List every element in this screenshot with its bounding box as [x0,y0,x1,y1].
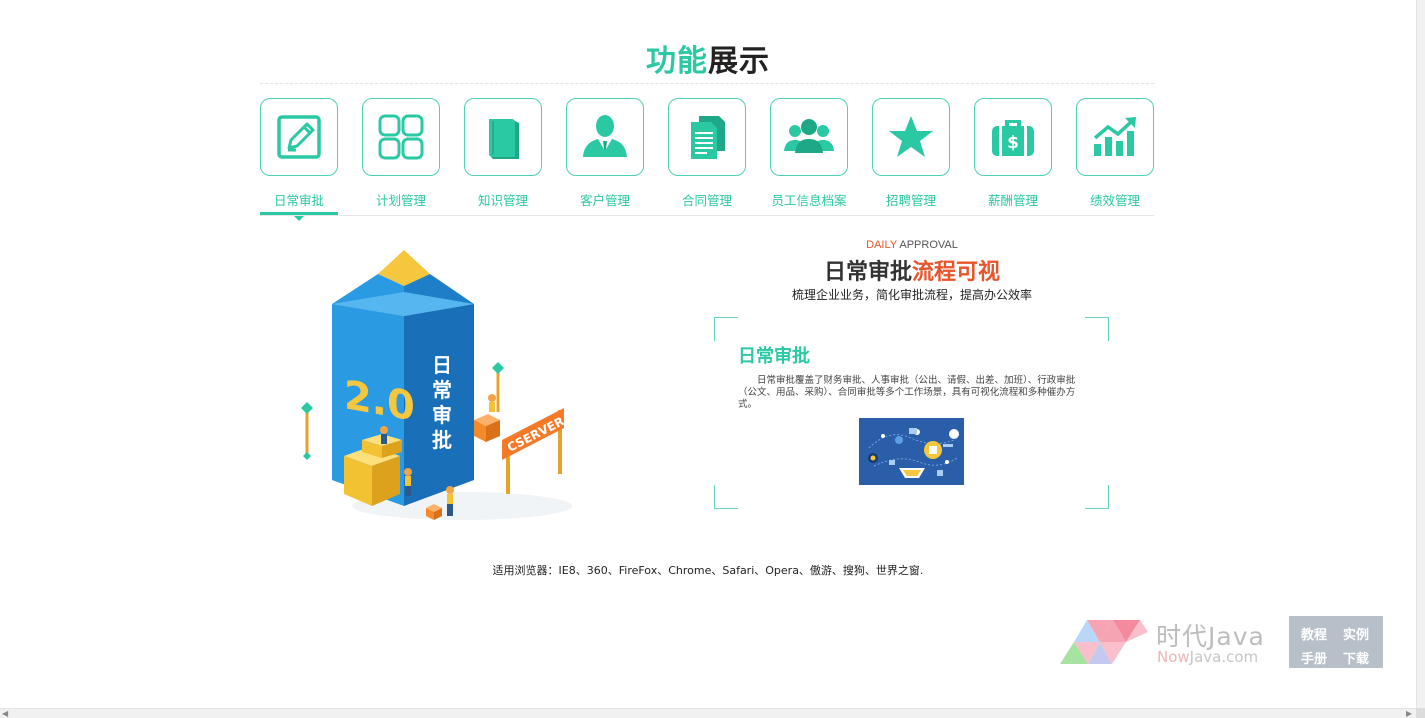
tab-label: 薪酬管理 [987,193,1038,208]
tab-icon-box[interactable] [1076,98,1154,176]
watermark-brand-en: NowJava.com [1157,648,1258,666]
scroll-right-arrow-icon[interactable]: ▶ [1406,709,1412,718]
watermark-link-manual[interactable]: 手册 [1301,648,1327,667]
grid-squares-icon [378,114,424,160]
tab-icon-box[interactable] [668,98,746,176]
detail-card-title: 日常审批 [738,346,810,367]
document-icon [691,116,725,159]
illustration-vertical-char-1: 日 [432,353,452,377]
tab-performance-management[interactable]: 绩效管理 [1076,98,1154,218]
watermark-link-tutorial[interactable]: 教程 [1301,624,1327,643]
section-title-part1: 功能 [646,44,708,79]
page: 功能展示 日常审批 计划管理 知识管理 客户管理 合同管理 员工信息档案 招聘管… [0,0,1416,708]
watermark-link-download[interactable]: 下载 [1343,648,1369,667]
svg-text:$: $ [1007,133,1019,153]
pencil-edit-icon [277,115,321,159]
watermark-brand-domain: Java.com [1189,648,1259,666]
tab-label: 计划管理 [375,193,426,208]
tab-label: 日常审批 [273,193,324,208]
tab-salary-management[interactable]: $ 薪酬管理 [974,98,1052,218]
tab-contract-management[interactable]: 合同管理 [668,98,746,218]
tab-label: 知识管理 [477,193,528,208]
section-tag-dark: APPROVAL [896,239,958,251]
book-icon [489,119,519,159]
tab-recruitment-management[interactable]: 招聘管理 [872,98,950,218]
tab-icon-box[interactable] [260,98,338,176]
frame-corner [714,485,738,509]
vertical-scrollbar[interactable] [1416,0,1425,708]
illustration-vertical-char-3: 审 [432,403,452,427]
watermark-brand-now: Now [1157,648,1190,666]
frame-corner [1085,485,1109,509]
watermark-links-box: 教程 实例 手册 下载 [1289,616,1383,668]
section-title-part2: 展示 [708,44,770,79]
person-icon [583,115,627,157]
detail-headline-red: 流程可视 [912,260,1001,285]
frame-corner [714,317,738,341]
daily-approval-illustration: 2.0 日 常 审 批 CSERVER [301,250,572,520]
tab-label: 绩效管理 [1089,193,1140,208]
tab-employee-records[interactable]: 员工信息档案 [770,98,848,218]
tabs-divider [260,215,1154,216]
detail-card-description: 日常审批覆盖了财务审批、人事审批（公出、请假、出差、加班）、行政审批（公文、用品… [738,375,1076,410]
tab-icon-box[interactable] [872,98,950,176]
scroll-left-arrow-icon[interactable]: ◀ [2,709,8,718]
section-tag-red: DAILY [866,239,897,251]
tab-label: 招聘管理 [885,193,936,208]
tab-plan-management[interactable]: 计划管理 [362,98,440,218]
tab-knowledge-management[interactable]: 知识管理 [464,98,542,218]
bar-trend-icon [1093,117,1136,156]
frame-corner [1085,317,1109,341]
section-tag: DAILY APPROVAL [712,239,1112,251]
tab-icon-box[interactable]: $ [974,98,1052,176]
nowjava-logo-icon [1060,620,1148,664]
tab-customer-management[interactable]: 客户管理 [566,98,644,218]
star-icon [889,116,933,157]
tab-icon-box[interactable] [566,98,644,176]
tab-icon-box[interactable] [770,98,848,176]
detail-headline-dark: 日常审批 [823,260,912,285]
detail-subline: 梳理企业业务，简化审批流程，提高办公效率 [791,288,1032,302]
section-title: 功能展示 [0,36,1416,80]
tab-icon-box[interactable] [464,98,542,176]
scrollbar-corner [1416,708,1425,718]
tab-label: 合同管理 [681,193,732,208]
feature-tabs: 日常审批 计划管理 知识管理 客户管理 合同管理 员工信息档案 招聘管理 $ 薪… [260,98,1154,221]
tab-label: 客户管理 [579,193,630,208]
watermark-link-examples[interactable]: 实例 [1343,624,1369,643]
horizontal-scrollbar[interactable]: ◀ ▶ [0,708,1416,718]
detail-headline: 日常审批流程可视 [712,254,1112,286]
title-divider [260,83,1154,84]
supported-browsers-text: 适用浏览器：IE8、360、FireFox、Chrome、Safari、Oper… [492,564,924,577]
tab-daily-approval[interactable]: 日常审批 [260,98,338,221]
tab-label: 员工信息档案 [771,193,847,208]
illustration-vertical-char-2: 常 [432,378,452,402]
group-people-icon [784,119,834,153]
illustration-vertical-char-4: 批 [432,428,452,452]
approval-workflow-image [859,418,964,485]
tab-icon-box[interactable] [362,98,440,176]
money-bag-icon: $ [992,120,1034,156]
